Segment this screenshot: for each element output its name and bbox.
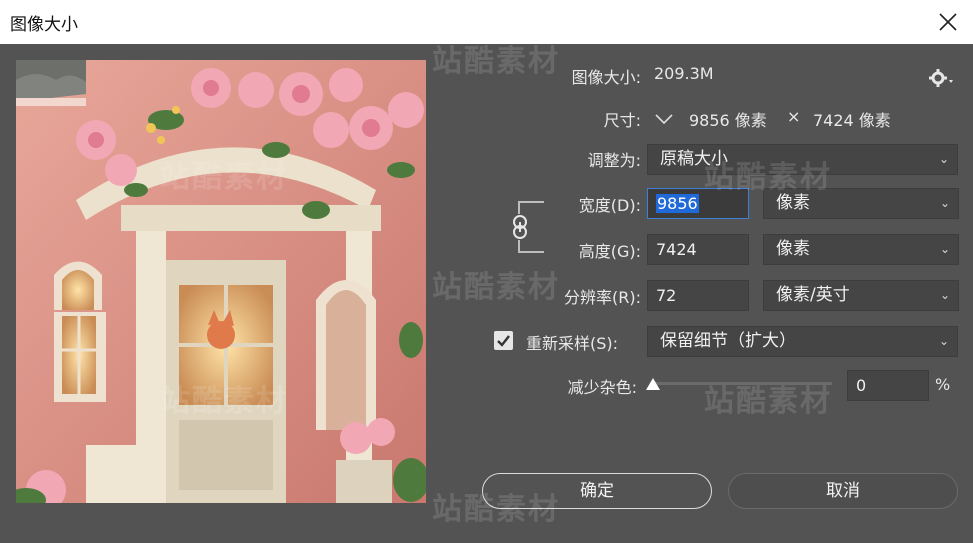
reduce-noise-unit: % xyxy=(935,375,951,394)
height-unit: 像素 xyxy=(776,239,810,259)
height-label: 高度(G): xyxy=(578,242,641,261)
cancel-button[interactable]: 取消 xyxy=(728,473,958,509)
settings-menu-button[interactable] xyxy=(928,68,954,88)
width-unit-select[interactable]: 像素 ⌄ xyxy=(763,188,959,219)
close-button[interactable] xyxy=(933,7,963,37)
dimensions-label: 尺寸: xyxy=(603,111,641,130)
resolution-input[interactable]: 72 xyxy=(647,280,749,311)
image-size-value: 209.3M xyxy=(654,64,714,83)
chevron-down-icon: ⌄ xyxy=(938,152,949,166)
ok-button[interactable]: 确定 xyxy=(482,473,712,509)
constrain-proportions-button[interactable] xyxy=(511,214,529,240)
resample-label: 重新采样(S): xyxy=(526,334,619,353)
chevron-down-icon: ⌄ xyxy=(939,288,950,302)
chevron-down-icon: ⌄ xyxy=(939,196,950,210)
resample-method-select[interactable]: 保留细节（扩大） ⌄ xyxy=(647,326,958,357)
preview-illustration xyxy=(16,60,426,503)
window-title: 图像大小 xyxy=(10,15,78,35)
gear-icon xyxy=(929,69,953,87)
slider-thumb-icon xyxy=(646,378,660,390)
fit-to-value: 原稿大小 xyxy=(660,149,728,169)
resample-checkbox[interactable] xyxy=(494,331,513,350)
width-unit: 像素 xyxy=(776,193,810,213)
title-bar: 图像大小 xyxy=(0,0,973,44)
resolution-unit-select[interactable]: 像素/英寸 ⌄ xyxy=(763,280,959,311)
image-size-label: 图像大小: xyxy=(571,68,641,87)
reduce-noise-input[interactable]: 0 xyxy=(847,370,929,401)
height-unit-select[interactable]: 像素 ⌄ xyxy=(763,234,959,265)
dimensions-toggle[interactable] xyxy=(654,110,674,127)
fit-to-label: 调整为: xyxy=(587,151,641,170)
chevron-down-icon: ⌄ xyxy=(939,242,950,256)
resolution-unit: 像素/英寸 xyxy=(776,285,850,305)
resample-method: 保留细节（扩大） xyxy=(660,331,796,351)
reduce-noise-label: 减少杂色: xyxy=(567,378,637,397)
chevron-down-icon: ⌄ xyxy=(938,334,949,348)
reduce-noise-slider-thumb[interactable] xyxy=(645,376,661,390)
dimensions-separator: × xyxy=(787,107,801,126)
reduce-noise-value: 0 xyxy=(856,376,867,395)
fit-to-select[interactable]: 原稿大小 ⌄ xyxy=(647,144,958,175)
height-input[interactable]: 7424 xyxy=(647,234,749,265)
width-label: 宽度(D): xyxy=(578,196,641,215)
dimensions-width: 9856 像素 xyxy=(689,111,767,130)
width-input[interactable]: 9856 xyxy=(647,188,749,219)
link-chain-icon xyxy=(513,215,527,239)
resolution-value: 72 xyxy=(656,286,677,305)
image-size-dialog: 图像大小: 209.3M 尺寸: 9856 像素 × 7424 像素 调整为: … xyxy=(0,44,973,543)
image-preview[interactable] xyxy=(16,60,426,503)
checkmark-icon xyxy=(497,335,510,347)
reduce-noise-slider-track[interactable] xyxy=(654,382,832,385)
resolution-label: 分辨率(R): xyxy=(564,288,641,307)
dimensions-height: 7424 像素 xyxy=(813,111,891,130)
chevron-down-icon xyxy=(655,114,673,125)
width-value: 9856 xyxy=(656,194,699,213)
close-icon xyxy=(939,13,957,31)
height-value: 7424 xyxy=(656,240,697,259)
